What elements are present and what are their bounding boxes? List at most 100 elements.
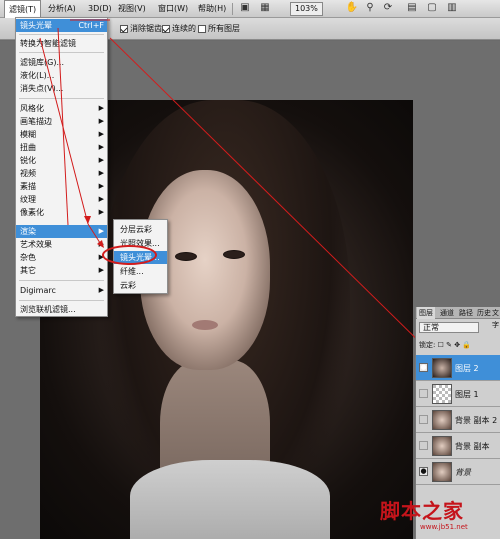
highlight-circle <box>102 245 157 265</box>
hand-icon[interactable]: ✋ <box>345 1 359 15</box>
menu-item-stylize[interactable]: 风格化 ▶ <box>16 102 107 115</box>
menu-window[interactable]: 窗口(W) <box>154 0 192 18</box>
blend-mode-select[interactable]: 正常 <box>419 322 479 333</box>
lock-move-icon[interactable]: ✥ <box>454 341 460 349</box>
eye-icon[interactable]: ● <box>419 363 428 372</box>
submenu-arrow-icon: ▶ <box>98 240 104 248</box>
tab-channels[interactable]: 通道 <box>438 307 456 319</box>
tab-layers[interactable]: 图层 <box>417 307 435 319</box>
eye-toggle-icon[interactable] <box>419 389 428 398</box>
portrait-eye-left <box>175 252 197 261</box>
submenu-item-fibers[interactable]: 纤维... <box>114 265 167 278</box>
layer-thumbnail <box>432 436 452 456</box>
pixelate-label: 像素化 <box>20 208 44 217</box>
layer-thumbnail <box>432 410 452 430</box>
last-filter-label: 镜头光晕 <box>20 21 52 30</box>
grid-icon[interactable]: ▦ <box>258 1 272 15</box>
digimarc-label: Digimarc <box>20 286 56 295</box>
arrange-icon[interactable]: ▤ <box>405 1 419 15</box>
submenu-arrow-icon: ▶ <box>98 182 104 190</box>
menu-item-brush-strokes[interactable]: 画笔描边 ▶ <box>16 115 107 128</box>
layer-row-layer-2[interactable]: ● 图层 2 <box>416 355 500 381</box>
camera-icon[interactable]: ▣ <box>238 1 252 15</box>
lock-row: 锁定: ☐ ✎ ✥ 🔒 <box>419 340 499 350</box>
menu-item-pixelate[interactable]: 像素化 ▶ <box>16 206 107 219</box>
menu-item-browse-filters-online[interactable]: 浏览联机滤镜... <box>16 303 107 316</box>
layer-row-layer-1[interactable]: 图层 1 <box>416 381 500 407</box>
all-layers-option[interactable]: 所有图层 <box>198 23 240 34</box>
menu-item-noise[interactable]: 杂色 ▶ <box>16 251 107 264</box>
artistic-label: 艺术效果 <box>20 240 52 249</box>
menu-item-filter-gallery[interactable]: 滤镜库(G)... <box>16 56 107 69</box>
antialias-option[interactable]: 消除锯齿 <box>120 23 162 34</box>
menu-item-video[interactable]: 视频 ▶ <box>16 167 107 180</box>
contiguous-option[interactable]: 连续的 <box>162 23 196 34</box>
menu-divider <box>19 52 104 53</box>
workspace-icon[interactable]: ▥ <box>445 1 459 15</box>
lock-all-icon[interactable]: 🔒 <box>462 341 471 349</box>
menu-3d[interactable]: 3D(D) <box>84 0 116 18</box>
texture-label: 纹理 <box>20 195 36 204</box>
lock-transparency-icon[interactable]: ☐ <box>438 341 444 349</box>
other-label: 其它 <box>20 266 36 275</box>
menu-help[interactable]: 帮助(H) <box>194 0 230 18</box>
lock-brush-icon[interactable]: ✎ <box>446 341 452 349</box>
menu-bar: 滤镜(T) 分析(A) 3D(D) 视图(V) 窗口(W) 帮助(H) ▣ ▦ … <box>0 0 500 18</box>
tab-text[interactable]: 文字 <box>490 307 500 329</box>
blur-label: 模糊 <box>20 130 36 139</box>
submenu-arrow-icon: ▶ <box>98 117 104 125</box>
menu-analysis[interactable]: 分析(A) <box>44 0 80 18</box>
stylize-label: 风格化 <box>20 104 44 113</box>
rotate-icon[interactable]: ⟳ <box>381 1 395 15</box>
layer-row-background[interactable]: ● 背景 <box>416 459 500 485</box>
submenu-arrow-icon: ▶ <box>98 227 104 235</box>
all-layers-checkbox[interactable] <box>198 24 206 33</box>
menu-divider <box>19 34 104 35</box>
submenu-arrow-icon: ▶ <box>98 286 104 294</box>
menu-item-distort[interactable]: 扭曲 ▶ <box>16 141 107 154</box>
menu-item-render[interactable]: 渲染 ▶ <box>16 225 107 238</box>
menu-item-texture[interactable]: 纹理 ▶ <box>16 193 107 206</box>
portrait-lips <box>192 320 218 330</box>
menu-item-sharpen[interactable]: 锐化 ▶ <box>16 154 107 167</box>
submenu-item-difference-clouds[interactable]: 分层云彩 <box>114 223 167 236</box>
portrait-dress <box>130 460 330 539</box>
layer-row-background-copy-2[interactable]: 背景 副本 2 <box>416 407 500 433</box>
menu-item-last-filter[interactable]: 镜头光晕 Ctrl+F <box>16 19 107 32</box>
menu-item-vanishing-point[interactable]: 消失点(V)... <box>16 82 107 95</box>
sharpen-label: 锐化 <box>20 156 36 165</box>
layer-thumbnail <box>432 358 452 378</box>
menu-view[interactable]: 视图(V) <box>114 0 150 18</box>
zoom-icon[interactable]: ⚲ <box>363 1 377 15</box>
zoom-select[interactable]: 103% <box>290 2 323 16</box>
render-label: 渲染 <box>20 227 36 236</box>
brush-strokes-label: 画笔描边 <box>20 117 52 126</box>
filter-menu: 镜头光晕 Ctrl+F 转换为智能滤镜 滤镜库(G)... 液化(L)... 消… <box>15 17 108 317</box>
menu-item-other[interactable]: 其它 ▶ <box>16 264 107 277</box>
contiguous-checkbox[interactable] <box>162 24 170 33</box>
last-filter-shortcut: Ctrl+F <box>78 21 104 30</box>
tab-paths[interactable]: 路径 <box>457 307 475 319</box>
screen-mode-icon[interactable]: ▢ <box>425 1 439 15</box>
menu-divider <box>19 280 104 281</box>
sketch-label: 素描 <box>20 182 36 191</box>
menu-item-sketch[interactable]: 素描 ▶ <box>16 180 107 193</box>
layer-name: 背景 副本 2 <box>455 416 498 425</box>
antialias-checkbox[interactable] <box>120 24 128 33</box>
menu-item-blur[interactable]: 模糊 ▶ <box>16 128 107 141</box>
menu-item-artistic[interactable]: 艺术效果 ▶ <box>16 238 107 251</box>
lock-label: 锁定: <box>419 341 436 349</box>
submenu-arrow-icon: ▶ <box>98 104 104 112</box>
submenu-arrow-icon: ▶ <box>98 130 104 138</box>
eye-toggle-icon[interactable] <box>419 415 428 424</box>
menu-item-digimarc[interactable]: Digimarc ▶ <box>16 284 107 297</box>
submenu-item-clouds[interactable]: 云彩 <box>114 279 167 292</box>
menu-item-liquify[interactable]: 液化(L)... <box>16 69 107 82</box>
layer-thumbnail <box>432 462 452 482</box>
layer-row-background-copy[interactable]: 背景 副本 <box>416 433 500 459</box>
eye-toggle-icon[interactable] <box>419 441 428 450</box>
eye-icon[interactable]: ● <box>419 467 428 476</box>
submenu-arrow-icon: ▶ <box>98 156 104 164</box>
menu-filter[interactable]: 滤镜(T) <box>4 0 42 18</box>
menu-item-convert-smart-filter[interactable]: 转换为智能滤镜 <box>16 37 107 50</box>
